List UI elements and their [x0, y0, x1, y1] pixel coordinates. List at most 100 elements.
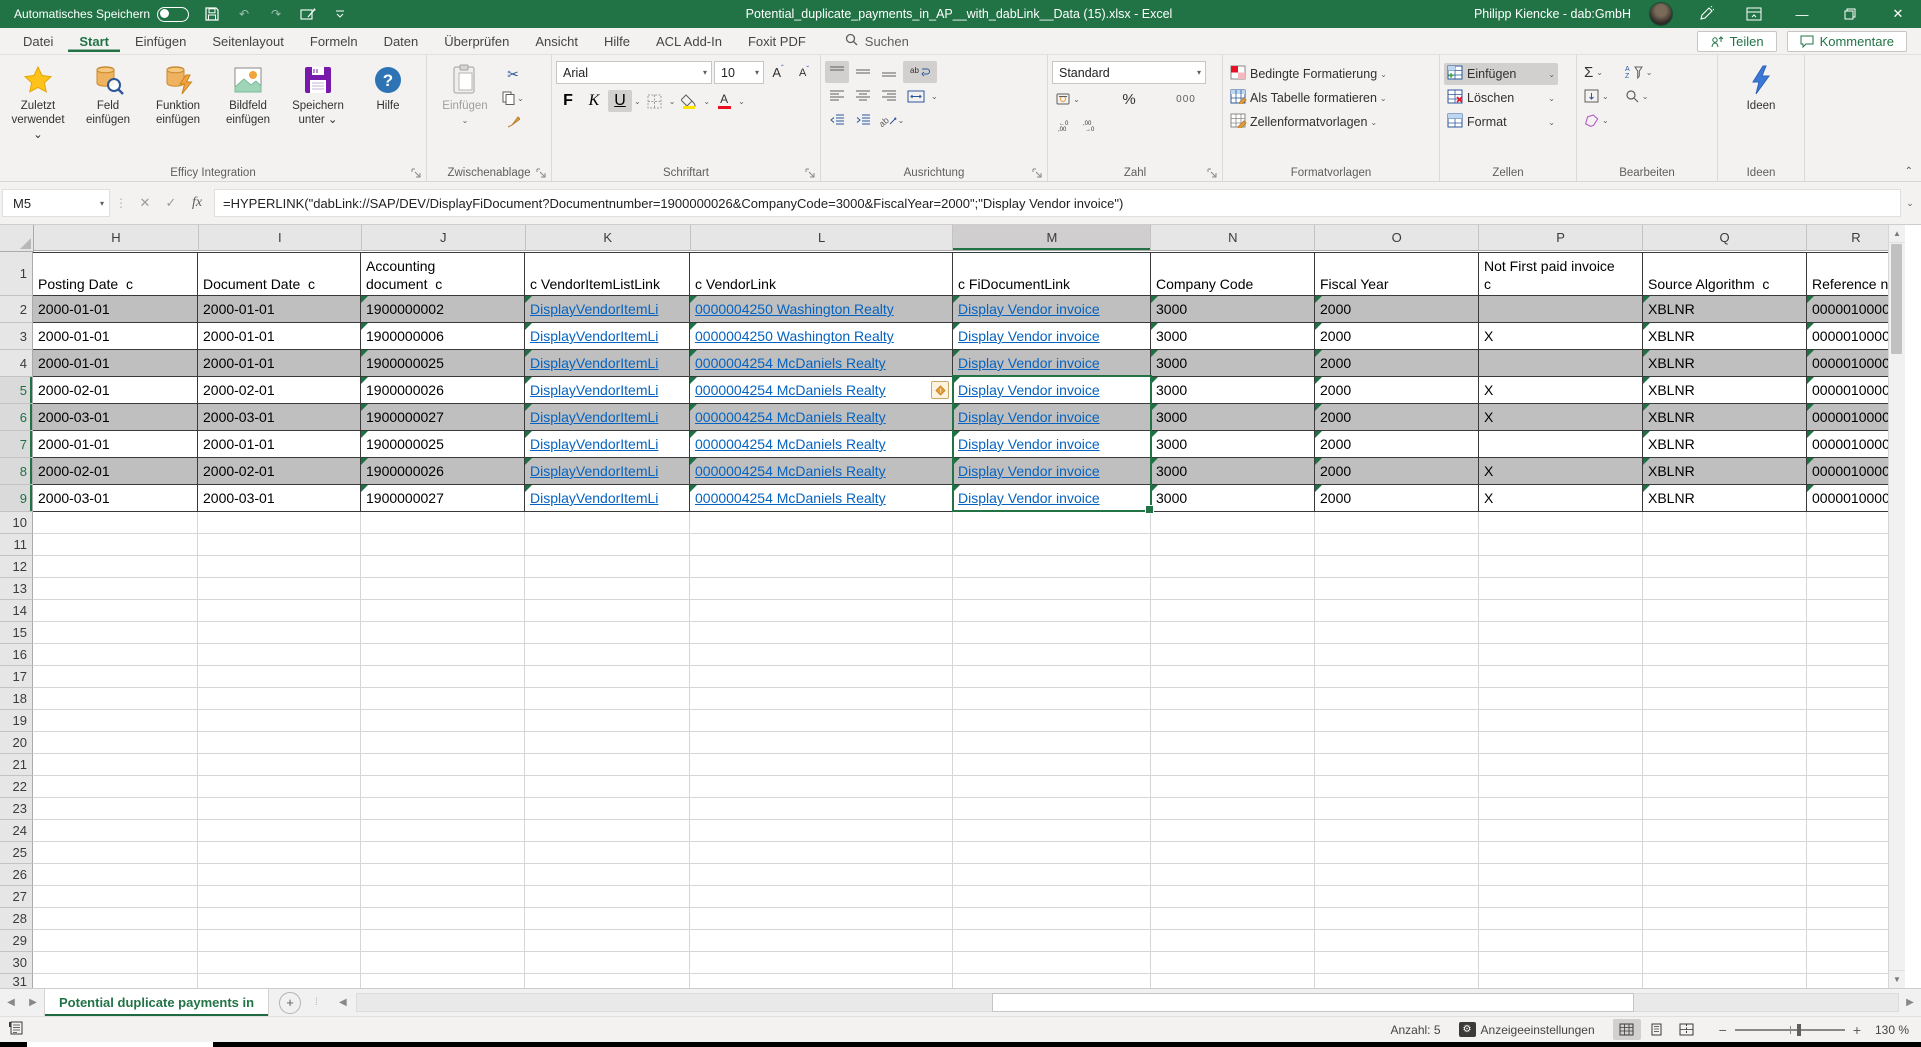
cell-O31[interactable] — [1315, 974, 1479, 988]
sheet-nav-right-icon[interactable]: ▶ — [22, 997, 44, 1008]
cell-link[interactable]: 0000004254 McDaniels Realty — [695, 463, 886, 479]
cell-I9[interactable]: 2000-03-01 — [198, 485, 361, 512]
cell-Q27[interactable] — [1643, 886, 1807, 908]
row-header-7[interactable]: 7 — [0, 431, 33, 458]
cell-Q19[interactable] — [1643, 710, 1807, 732]
cell-I27[interactable] — [198, 886, 361, 908]
cell-P18[interactable] — [1479, 688, 1643, 710]
cell-Q6[interactable]: XBLNR — [1643, 404, 1807, 431]
cell-O10[interactable] — [1315, 512, 1479, 534]
cell-O8[interactable]: 2000 — [1315, 458, 1479, 485]
cell-link[interactable]: Display Vendor invoice — [958, 328, 1100, 344]
cell-Q15[interactable] — [1643, 622, 1807, 644]
cell-M20[interactable] — [953, 732, 1151, 754]
cell-Q17[interactable] — [1643, 666, 1807, 688]
ideas-button[interactable]: Ideen — [1727, 61, 1795, 115]
dialog-launcher-icon[interactable] — [1207, 168, 1217, 178]
cell-H13[interactable] — [33, 578, 198, 600]
cell-I21[interactable] — [198, 754, 361, 776]
header-cell-J1[interactable]: Accounting document c — [361, 252, 525, 296]
cell-K10[interactable] — [525, 512, 690, 534]
column-header-J[interactable]: J — [362, 225, 526, 251]
cell-J10[interactable] — [361, 512, 525, 534]
save-icon[interactable] — [203, 5, 221, 23]
cell-J15[interactable] — [361, 622, 525, 644]
zoom-slider-thumb[interactable] — [1797, 1024, 1801, 1036]
header-cell-N1[interactable]: Company Code — [1151, 252, 1315, 296]
cell-H11[interactable] — [33, 534, 198, 556]
format-cells-button[interactable]: Format⌄ — [1444, 111, 1558, 133]
find-select-button[interactable]: ⌄ — [1622, 85, 1656, 107]
column-header-H[interactable]: H — [34, 225, 199, 251]
cell-J28[interactable] — [361, 908, 525, 930]
dialog-launcher-icon[interactable] — [536, 168, 546, 178]
cell-P10[interactable] — [1479, 512, 1643, 534]
cell-N15[interactable] — [1151, 622, 1315, 644]
row-header-13[interactable]: 13 — [0, 578, 33, 600]
ribbon-tab--berpr-fen[interactable]: Überprüfen — [433, 30, 520, 52]
cell-K11[interactable] — [525, 534, 690, 556]
row-header-2[interactable]: 2 — [0, 296, 33, 323]
insert-cells-button[interactable]: Einfügen⌄ — [1444, 63, 1558, 85]
cell-N2[interactable]: 3000 — [1151, 296, 1315, 323]
cell-M3[interactable]: Display Vendor invoice — [953, 323, 1151, 350]
cell-I17[interactable] — [198, 666, 361, 688]
column-header-M[interactable]: M — [953, 225, 1151, 251]
cell-Q25[interactable] — [1643, 842, 1807, 864]
cell-K20[interactable] — [525, 732, 690, 754]
header-cell-K1[interactable]: c VendorItemListLink — [525, 252, 690, 296]
cell-N6[interactable]: 3000 — [1151, 404, 1315, 431]
font-family-select[interactable]: Arial▾ — [556, 61, 712, 84]
row-header-3[interactable]: 3 — [0, 323, 33, 350]
cell-O11[interactable] — [1315, 534, 1479, 556]
cell-L7[interactable]: 0000004254 McDaniels Realty — [690, 431, 953, 458]
cell-H18[interactable] — [33, 688, 198, 710]
decrease-font-icon[interactable]: Aˇ — [792, 62, 816, 84]
expand-formula-bar-icon[interactable]: ⌄ — [1901, 198, 1919, 209]
confirm-entry-icon[interactable]: ✓ — [158, 195, 184, 211]
cell-K31[interactable] — [525, 974, 690, 988]
display-settings-button[interactable]: ⚙ Anzeigeeinstellungen — [1459, 1022, 1595, 1037]
cell-J20[interactable] — [361, 732, 525, 754]
cell-L13[interactable] — [690, 578, 953, 600]
cell-N13[interactable] — [1151, 578, 1315, 600]
cell-J7[interactable]: 1900000025 — [361, 431, 525, 458]
cell-J27[interactable] — [361, 886, 525, 908]
macro-record-icon[interactable] — [0, 1021, 24, 1038]
add-sheet-button[interactable]: + — [279, 992, 301, 1014]
cell-N21[interactable] — [1151, 754, 1315, 776]
help-button[interactable]: ?Hilfe — [354, 61, 422, 115]
cell-Q13[interactable] — [1643, 578, 1807, 600]
cell-M25[interactable] — [953, 842, 1151, 864]
row-header-1[interactable]: 1 — [0, 252, 33, 296]
cell-I20[interactable] — [198, 732, 361, 754]
header-cell-P1[interactable]: Not First paid invoice c — [1479, 252, 1643, 296]
cell-H17[interactable] — [33, 666, 198, 688]
align-center-icon[interactable] — [851, 85, 875, 107]
cell-I19[interactable] — [198, 710, 361, 732]
cell-link[interactable]: 0000004254 McDaniels Realty — [695, 355, 886, 371]
cell-O30[interactable] — [1315, 952, 1479, 974]
percent-icon[interactable]: % — [1117, 88, 1141, 110]
cell-O27[interactable] — [1315, 886, 1479, 908]
cell-N28[interactable] — [1151, 908, 1315, 930]
cell-M29[interactable] — [953, 930, 1151, 952]
cell-N16[interactable] — [1151, 644, 1315, 666]
cell-M27[interactable] — [953, 886, 1151, 908]
cell-link[interactable]: 0000004250 Washington Realty — [695, 301, 894, 317]
header-cell-O1[interactable]: Fiscal Year — [1315, 252, 1479, 296]
cell-L17[interactable] — [690, 666, 953, 688]
cell-O20[interactable] — [1315, 732, 1479, 754]
cell-H10[interactable] — [33, 512, 198, 534]
cell-O29[interactable] — [1315, 930, 1479, 952]
insert-function-icon[interactable]: fx — [184, 195, 210, 211]
cell-K21[interactable] — [525, 754, 690, 776]
cell-link[interactable]: DisplayVendorItemLi — [530, 301, 658, 317]
cell-L28[interactable] — [690, 908, 953, 930]
format-painter-icon[interactable] — [501, 111, 525, 133]
cell-link[interactable]: DisplayVendorItemLi — [530, 382, 658, 398]
cell-P19[interactable] — [1479, 710, 1643, 732]
dialog-launcher-icon[interactable] — [411, 168, 421, 178]
row-header-10[interactable]: 10 — [0, 512, 33, 534]
cell-O21[interactable] — [1315, 754, 1479, 776]
